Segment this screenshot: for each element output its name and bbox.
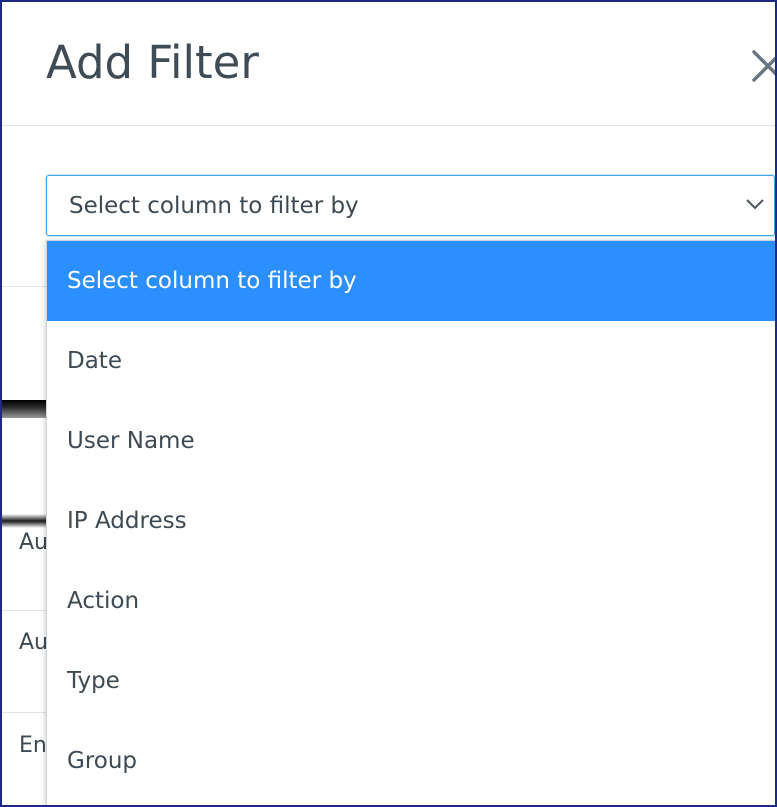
modal-title: Add Filter [46, 36, 259, 89]
background-row-text: Au [19, 530, 47, 555]
background-divider [2, 610, 47, 611]
dropdown-option-date[interactable]: Date [47, 321, 775, 401]
dropdown-option-action[interactable]: Action [47, 561, 775, 641]
chevron-down-icon [744, 196, 766, 212]
background-row-text: En [19, 733, 47, 758]
dropdown-option-group[interactable]: Group [47, 721, 775, 801]
close-button[interactable] [747, 42, 775, 88]
background-row-text: Au [19, 630, 47, 655]
filter-column-select[interactable]: Select column to filter by [46, 175, 775, 236]
modal-header: Add Filter [2, 2, 775, 126]
filter-column-dropdown: Select column to filter by Date User Nam… [46, 240, 775, 805]
add-filter-dialog: Au Au En Add Filter Select column to fil… [0, 0, 777, 807]
background-divider [2, 712, 47, 713]
dropdown-option-type[interactable]: Type [47, 641, 775, 721]
dropdown-option-ip-address[interactable]: IP Address [47, 481, 775, 561]
close-icon [747, 42, 775, 88]
dropdown-option-select-column[interactable]: Select column to filter by [47, 241, 775, 321]
select-value: Select column to filter by [69, 193, 359, 219]
dropdown-option-user-name[interactable]: User Name [47, 401, 775, 481]
background-divider [2, 286, 47, 287]
